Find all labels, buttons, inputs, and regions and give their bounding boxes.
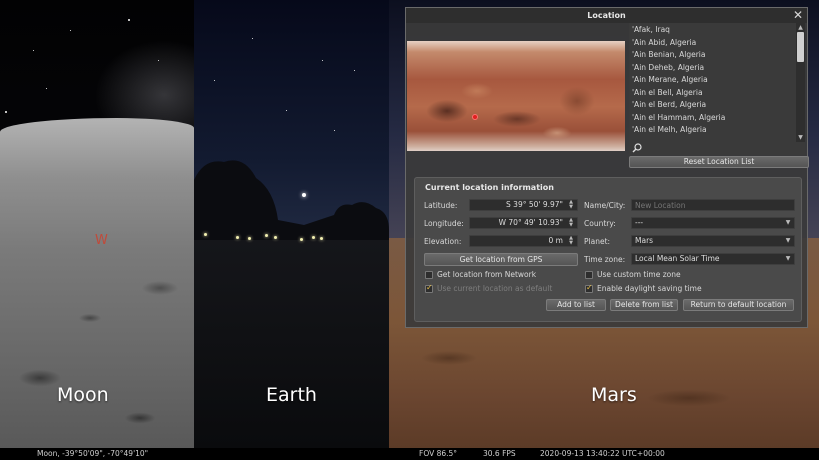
moon-label: Moon (57, 384, 109, 406)
latitude-field[interactable]: S 39° 50' 9.97" ▲ ▼ (469, 199, 578, 211)
location-marker-icon (472, 114, 478, 120)
list-item[interactable]: 'Ain el Berd, Algeria (632, 100, 706, 113)
star (354, 70, 355, 71)
city-light (265, 234, 268, 237)
timezone-select[interactable]: Local Mean Solar Time ▼ (631, 253, 795, 265)
default-location-checkbox-label: Use current location as default (437, 284, 553, 293)
list-scrollbar[interactable]: ▲ ▼ (796, 23, 805, 142)
dst-checkbox-label[interactable]: Enable daylight saving time (597, 284, 702, 293)
current-location-info: Current location information Latitude: S… (414, 177, 802, 322)
list-item[interactable]: 'Afak, Iraq (632, 25, 670, 38)
list-item[interactable]: 'Ain Benian, Algeria (632, 50, 705, 63)
longitude-field[interactable]: W 70° 49' 10.93" ▲ ▼ (469, 217, 578, 229)
city-light (320, 237, 323, 240)
network-checkbox-label[interactable]: Get location from Network (437, 270, 536, 279)
fps-readout: 30.6 FPS (483, 449, 516, 458)
reset-location-list-button[interactable]: Reset Location List (629, 156, 809, 168)
dialog-title[interactable]: Location (406, 8, 807, 23)
country-label: Country: (584, 219, 616, 228)
country-select[interactable]: --- ▼ (631, 217, 795, 229)
chevron-down-icon: ▼ (785, 219, 791, 226)
list-item[interactable]: 'Ain el Melh, Algeria (632, 125, 707, 138)
status-bar: Moon, -39°50'09", -70°49'10" FOV 86.5° 3… (0, 448, 819, 460)
info-title: Current location information (425, 183, 554, 192)
star (334, 130, 335, 131)
name-label: Name/City: (584, 201, 626, 210)
star (286, 110, 287, 111)
latitude-spinner-icon[interactable]: ▲ ▼ (566, 200, 576, 210)
close-icon[interactable]: ✕ (792, 9, 804, 21)
planet-label: Planet: (584, 237, 611, 246)
timezone-value: Local Mean Solar Time (635, 254, 720, 263)
network-checkbox[interactable] (425, 271, 433, 279)
star (5, 111, 7, 113)
city-light (204, 233, 207, 236)
city-light (236, 236, 239, 239)
search-icon (632, 143, 642, 153)
city-light (312, 236, 315, 239)
list-item[interactable]: 'Ain Merane, Algeria (632, 75, 708, 88)
planet-select[interactable]: Mars ▼ (631, 235, 795, 247)
city-search[interactable] (629, 142, 805, 155)
star (128, 19, 130, 21)
mars-label: Mars (591, 384, 637, 406)
scroll-thumb[interactable] (797, 32, 804, 62)
city-list[interactable]: 'Afak, Iraq 'Ain Abid, Algeria 'Ain Beni… (629, 23, 805, 142)
list-item[interactable]: 'Ain Deheb, Algeria (632, 63, 704, 76)
latitude-label: Latitude: (424, 201, 458, 210)
get-location-gps-button[interactable]: Get location from GPS (424, 253, 578, 266)
chevron-down-icon: ▼ (785, 255, 791, 262)
list-item[interactable]: 'Ain Abid, Algeria (632, 38, 696, 51)
default-location-checkbox (425, 283, 433, 293)
return-default-location-button[interactable]: Return to default location (683, 299, 794, 311)
datetime-readout: 2020-09-13 13:40:22 UTC+00:00 (540, 449, 665, 458)
earth-landscape (194, 240, 389, 448)
star (70, 30, 71, 31)
elevation-spinner-icon[interactable]: ▲ ▼ (566, 236, 576, 246)
scroll-down-icon[interactable]: ▼ (797, 134, 804, 141)
custom-timezone-checkbox[interactable] (585, 271, 593, 279)
earth-sky-panel[interactable]: Earth (194, 0, 389, 448)
earth-label: Earth (266, 384, 317, 406)
elevation-value: 0 m (548, 236, 563, 245)
name-input[interactable] (631, 199, 795, 211)
planet-value: Mars (635, 236, 654, 245)
star (46, 88, 47, 89)
country-value: --- (635, 218, 644, 227)
star (33, 50, 34, 51)
timezone-label: Time zone: (584, 255, 626, 264)
star (322, 60, 323, 61)
elevation-field[interactable]: 0 m ▲ ▼ (469, 235, 578, 247)
list-item[interactable]: 'Ain el Bell, Algeria (632, 88, 703, 101)
stellarium-viewport[interactable]: W Moon Earth Mars Location ✕ 'Afak, Iraq… (0, 0, 819, 460)
star (252, 38, 253, 39)
city-light (274, 236, 277, 239)
latitude-value: S 39° 50' 9.97" (506, 200, 563, 209)
delete-from-list-button[interactable]: Delete from list (610, 299, 678, 311)
star (158, 60, 159, 61)
moon-sky-panel[interactable]: W Moon (0, 0, 194, 448)
scroll-up-icon[interactable]: ▲ (797, 24, 804, 31)
longitude-spinner-icon[interactable]: ▲ ▼ (566, 218, 576, 228)
custom-timezone-checkbox-label[interactable]: Use custom time zone (597, 270, 681, 279)
city-light (300, 238, 303, 241)
add-to-list-button[interactable]: Add to list (546, 299, 606, 311)
planet-map[interactable] (407, 41, 625, 151)
search-input[interactable] (646, 143, 796, 154)
city-light (248, 237, 251, 240)
star (214, 80, 215, 81)
longitude-value: W 70° 49' 10.93" (498, 218, 563, 227)
tree-silhouettes (194, 160, 389, 250)
chevron-down-icon: ▼ (785, 237, 791, 244)
list-item[interactable]: 'Ain el Hammam, Algeria (632, 113, 725, 126)
compass-west-marker: W (95, 233, 108, 248)
location-readout: Moon, -39°50'09", -70°49'10" (37, 449, 149, 458)
fov-readout: FOV 86.5° (419, 449, 458, 458)
location-dialog[interactable]: Location ✕ 'Afak, Iraq 'Ain Abid, Algeri… (405, 7, 809, 328)
dst-checkbox[interactable] (585, 283, 593, 293)
longitude-label: Longitude: (424, 219, 464, 228)
elevation-label: Elevation: (424, 237, 462, 246)
